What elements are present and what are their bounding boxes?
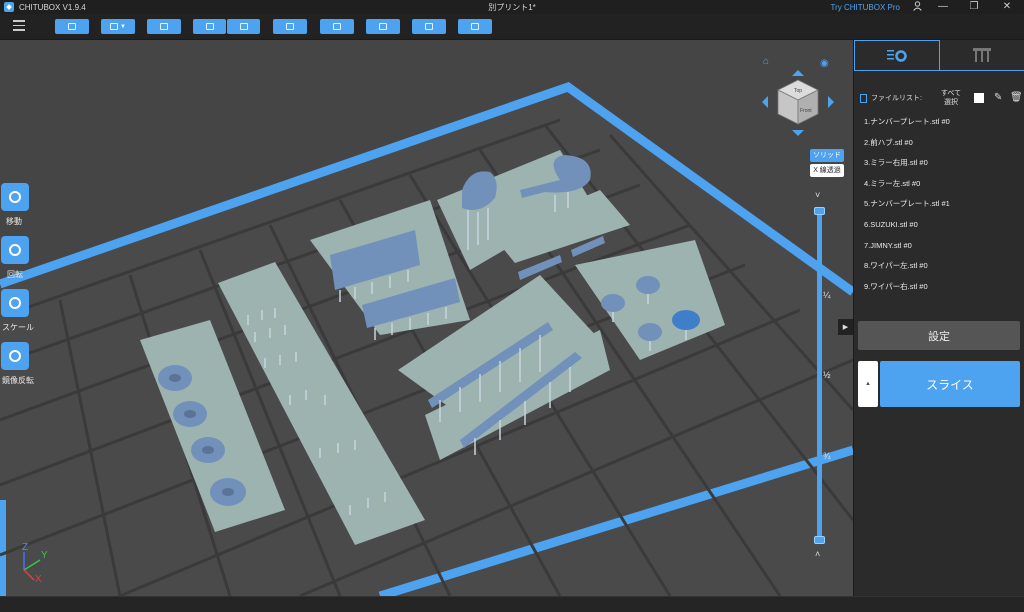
3d-viewport[interactable]: ⌂ ◉ Top Front ソリッド X 線透過 移動 回転 スケール 鏡像反転… <box>0 40 853 596</box>
build-plate-scene[interactable] <box>0 40 853 596</box>
status-bar <box>0 596 1024 612</box>
mirror-icon <box>9 350 21 362</box>
layer-slider-bottom-handle[interactable] <box>814 536 825 544</box>
maximize-button[interactable]: ❐ <box>964 1 984 13</box>
scale-icon <box>9 297 21 309</box>
file-list-header: ファイルリスト: すべて選択 ✎ 🗑 <box>860 89 1023 107</box>
cube-top-label: Top <box>794 88 802 94</box>
toolbar: ▼ <box>0 14 1024 40</box>
support-structure-icon <box>973 48 991 62</box>
minimize-button[interactable]: — <box>933 1 953 13</box>
save-icon <box>110 23 119 30</box>
cube-front-label: Front <box>800 108 812 114</box>
hamburger-menu-icon[interactable] <box>13 20 25 32</box>
copy-button[interactable] <box>273 19 307 34</box>
file-list-item[interactable]: 4.ミラー左.stl #0 <box>864 174 1014 195</box>
file-list-item[interactable]: 6.SUZUKI.stl #0 <box>864 215 1014 236</box>
file-list-item[interactable]: 8.ワイパー左.stl #0 <box>864 256 1014 277</box>
select-all-checkbox[interactable] <box>974 93 984 103</box>
rotate-tool-button[interactable] <box>1 236 29 264</box>
slice-button[interactable]: スライス <box>880 361 1020 407</box>
layer-slider-track[interactable] <box>817 210 822 542</box>
redo-icon <box>239 23 248 30</box>
mirror-tool-label: 鏡像反転 <box>2 376 34 385</box>
undo-icon <box>205 23 214 30</box>
slider-down-chevron-icon[interactable]: ˅ <box>815 190 820 200</box>
arrange-icon <box>333 23 341 30</box>
hollow-icon <box>425 23 433 30</box>
settings-list-icon <box>887 49 907 62</box>
panel-tabs <box>854 40 1024 71</box>
scale-tool-button[interactable] <box>1 289 29 317</box>
arrange-button[interactable] <box>320 19 354 34</box>
select-all-label: すべて選択 <box>940 90 962 106</box>
file-list-item[interactable]: 9.ワイパー右.stl #0 <box>864 277 1014 298</box>
file-list-item[interactable]: 3.ミラー右用.stl #0 <box>864 153 1014 174</box>
axes-gizmo: Z Y X <box>22 542 48 584</box>
settings-button[interactable]: 設定 <box>858 321 1020 350</box>
support-icon <box>379 23 387 30</box>
right-panel: ファイルリスト: すべて選択 ✎ 🗑 1.ナンバープレート.stl #0 2.前… <box>853 40 1024 596</box>
panel-collapse-toggle[interactable]: ▶ <box>838 319 853 335</box>
file-list-label: ファイルリスト: <box>871 95 922 102</box>
file-list: 1.ナンバープレート.stl #0 2.前ハブ.stl #0 3.ミラー右用.s… <box>864 112 1014 297</box>
trash-icon[interactable]: 🗑 <box>1010 92 1023 103</box>
mirror-tool-button[interactable] <box>1 342 29 370</box>
slider-quarter-label: ¼ <box>823 290 831 300</box>
scale-tool-label: スケール <box>2 323 34 332</box>
drill-button[interactable] <box>458 19 492 34</box>
close-button[interactable]: ✕ <box>997 1 1017 13</box>
chevron-down-icon: ▼ <box>120 23 126 30</box>
solid-view-button[interactable]: ソリッド <box>810 149 844 162</box>
xray-view-button[interactable]: X 線透過 <box>810 164 844 177</box>
try-pro-link[interactable]: Try CHITUBOX Pro <box>831 3 900 12</box>
move-tool-label: 移動 <box>6 217 22 226</box>
file-list-item[interactable]: 2.前ハブ.stl #0 <box>864 133 1014 154</box>
axis-y-label: Y <box>41 550 48 561</box>
support-button[interactable] <box>366 19 400 34</box>
axis-x-label: X <box>35 574 42 584</box>
copy-icon <box>286 23 294 30</box>
save-button[interactable]: ▼ <box>101 19 135 34</box>
layer-slider-top-handle[interactable] <box>814 207 825 215</box>
open-file-button[interactable] <box>55 19 89 34</box>
open-file-icon <box>68 23 76 30</box>
move-tool-button[interactable] <box>1 183 29 211</box>
rotate-icon <box>9 244 21 256</box>
file-list-item[interactable]: 5.ナンバープレート.stl #1 <box>864 194 1014 215</box>
move-icon <box>9 191 21 203</box>
tab-settings[interactable] <box>854 40 940 70</box>
slider-half-label: ½ <box>823 370 831 380</box>
file-list-icon <box>860 93 867 103</box>
app-logo-icon <box>4 2 14 12</box>
title-bar: CHITUBOX V1.9.4 別プリント1* Try CHITUBOX Pro… <box>0 0 1024 14</box>
redo-button[interactable] <box>227 19 260 34</box>
app-title: CHITUBOX V1.9.4 <box>19 2 86 12</box>
slider-up-chevron-icon[interactable]: ˄ <box>815 549 820 559</box>
tab-supports[interactable] <box>940 40 1024 70</box>
file-list-item[interactable]: 7.JIMNY.stl #0 <box>864 236 1014 257</box>
rotate-tool-label: 回転 <box>7 270 23 279</box>
file-list-item[interactable]: 1.ナンバープレート.stl #0 <box>864 112 1014 133</box>
user-icon[interactable] <box>907 1 927 15</box>
undo-button[interactable] <box>193 19 226 34</box>
view-cube[interactable]: Top Front <box>758 66 838 138</box>
workspace-button[interactable] <box>147 19 181 34</box>
slice-options-toggle[interactable]: ▲ <box>858 361 878 407</box>
hollow-button[interactable] <box>412 19 446 34</box>
slider-three-quarter-label: ¾ <box>823 451 831 461</box>
workspace-icon <box>160 23 168 30</box>
drill-icon <box>471 23 479 30</box>
axis-z-label: Z <box>22 542 28 553</box>
edit-icon[interactable]: ✎ <box>994 92 1002 103</box>
